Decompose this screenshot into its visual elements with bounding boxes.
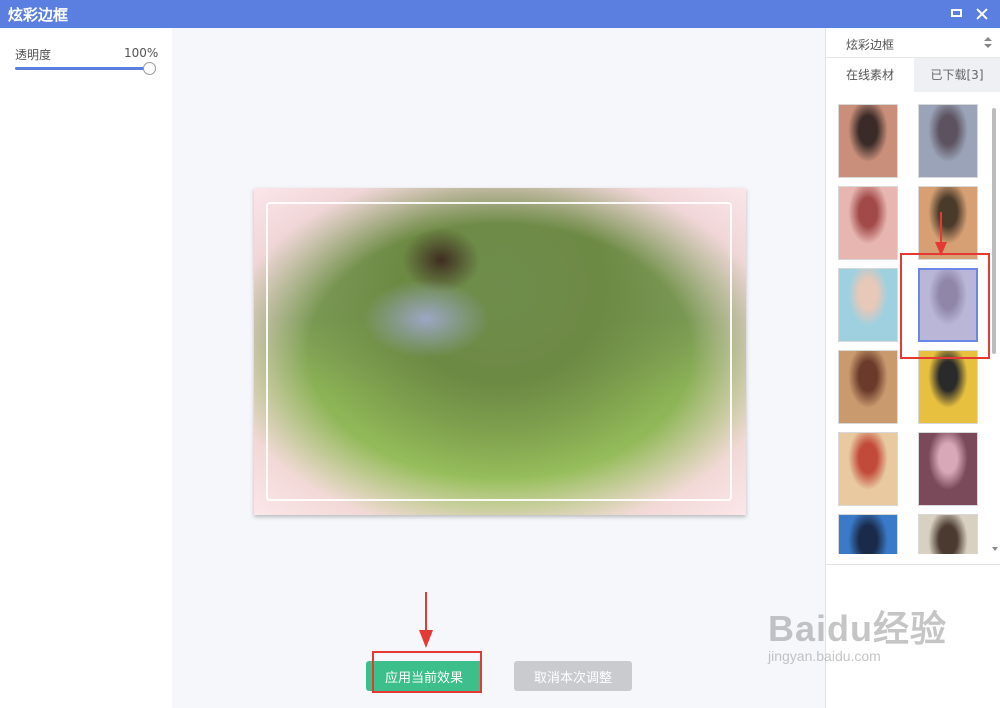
preview-area: [172, 28, 825, 708]
watermark: Baidu经验 jingyan.baidu.com: [768, 600, 947, 664]
frame-thumbnail[interactable]: [838, 186, 898, 260]
category-select-value: 炫彩边框: [846, 38, 895, 52]
frame-thumbnail[interactable]: [838, 350, 898, 424]
frame-thumbnail[interactable]: [838, 104, 898, 178]
opacity-slider-handle[interactable]: [143, 62, 156, 75]
frame-thumbnail[interactable]: [918, 432, 978, 506]
arrow-down-icon: [419, 592, 433, 650]
frame-thumbnail[interactable]: [918, 514, 978, 554]
opacity-label: 透明度: [15, 48, 52, 62]
adjust-panel: 透明度 100%: [0, 28, 172, 708]
scroll-down-icon[interactable]: [992, 547, 998, 551]
tab-downloaded[interactable]: 已下载[3]: [914, 58, 1000, 92]
frame-thumbnail[interactable]: [838, 514, 898, 554]
divider: [826, 564, 1000, 565]
title-bar: 炫彩边框: [0, 0, 1000, 28]
frame-thumbnail[interactable]: [918, 104, 978, 178]
opacity-value: 100%: [124, 46, 159, 60]
watermark-logo: Baidu经验: [768, 608, 948, 649]
photo-preview: [254, 188, 746, 515]
arrow-down-icon: [935, 212, 947, 256]
scrollbar[interactable]: [992, 108, 996, 354]
window-title: 炫彩边框: [8, 6, 69, 24]
frame-thumbnail[interactable]: [838, 268, 898, 342]
frame-thumbnail[interactable]: [918, 186, 978, 260]
cancel-adjust-button[interactable]: 取消本次调整: [514, 661, 632, 691]
sort-arrows-icon: [984, 37, 992, 49]
highlight-box-apply: [372, 651, 482, 693]
category-select[interactable]: 炫彩边框: [826, 28, 1000, 58]
frame-thumbnail[interactable]: [838, 432, 898, 506]
maximize-icon[interactable]: [948, 4, 968, 24]
highlight-box-thumbnail: [900, 253, 990, 359]
frame-thumbnail[interactable]: [918, 350, 978, 424]
frame-border: [266, 202, 732, 501]
tab-online-materials[interactable]: 在线素材: [826, 58, 914, 92]
close-icon[interactable]: [972, 4, 992, 24]
opacity-slider[interactable]: [15, 67, 151, 70]
